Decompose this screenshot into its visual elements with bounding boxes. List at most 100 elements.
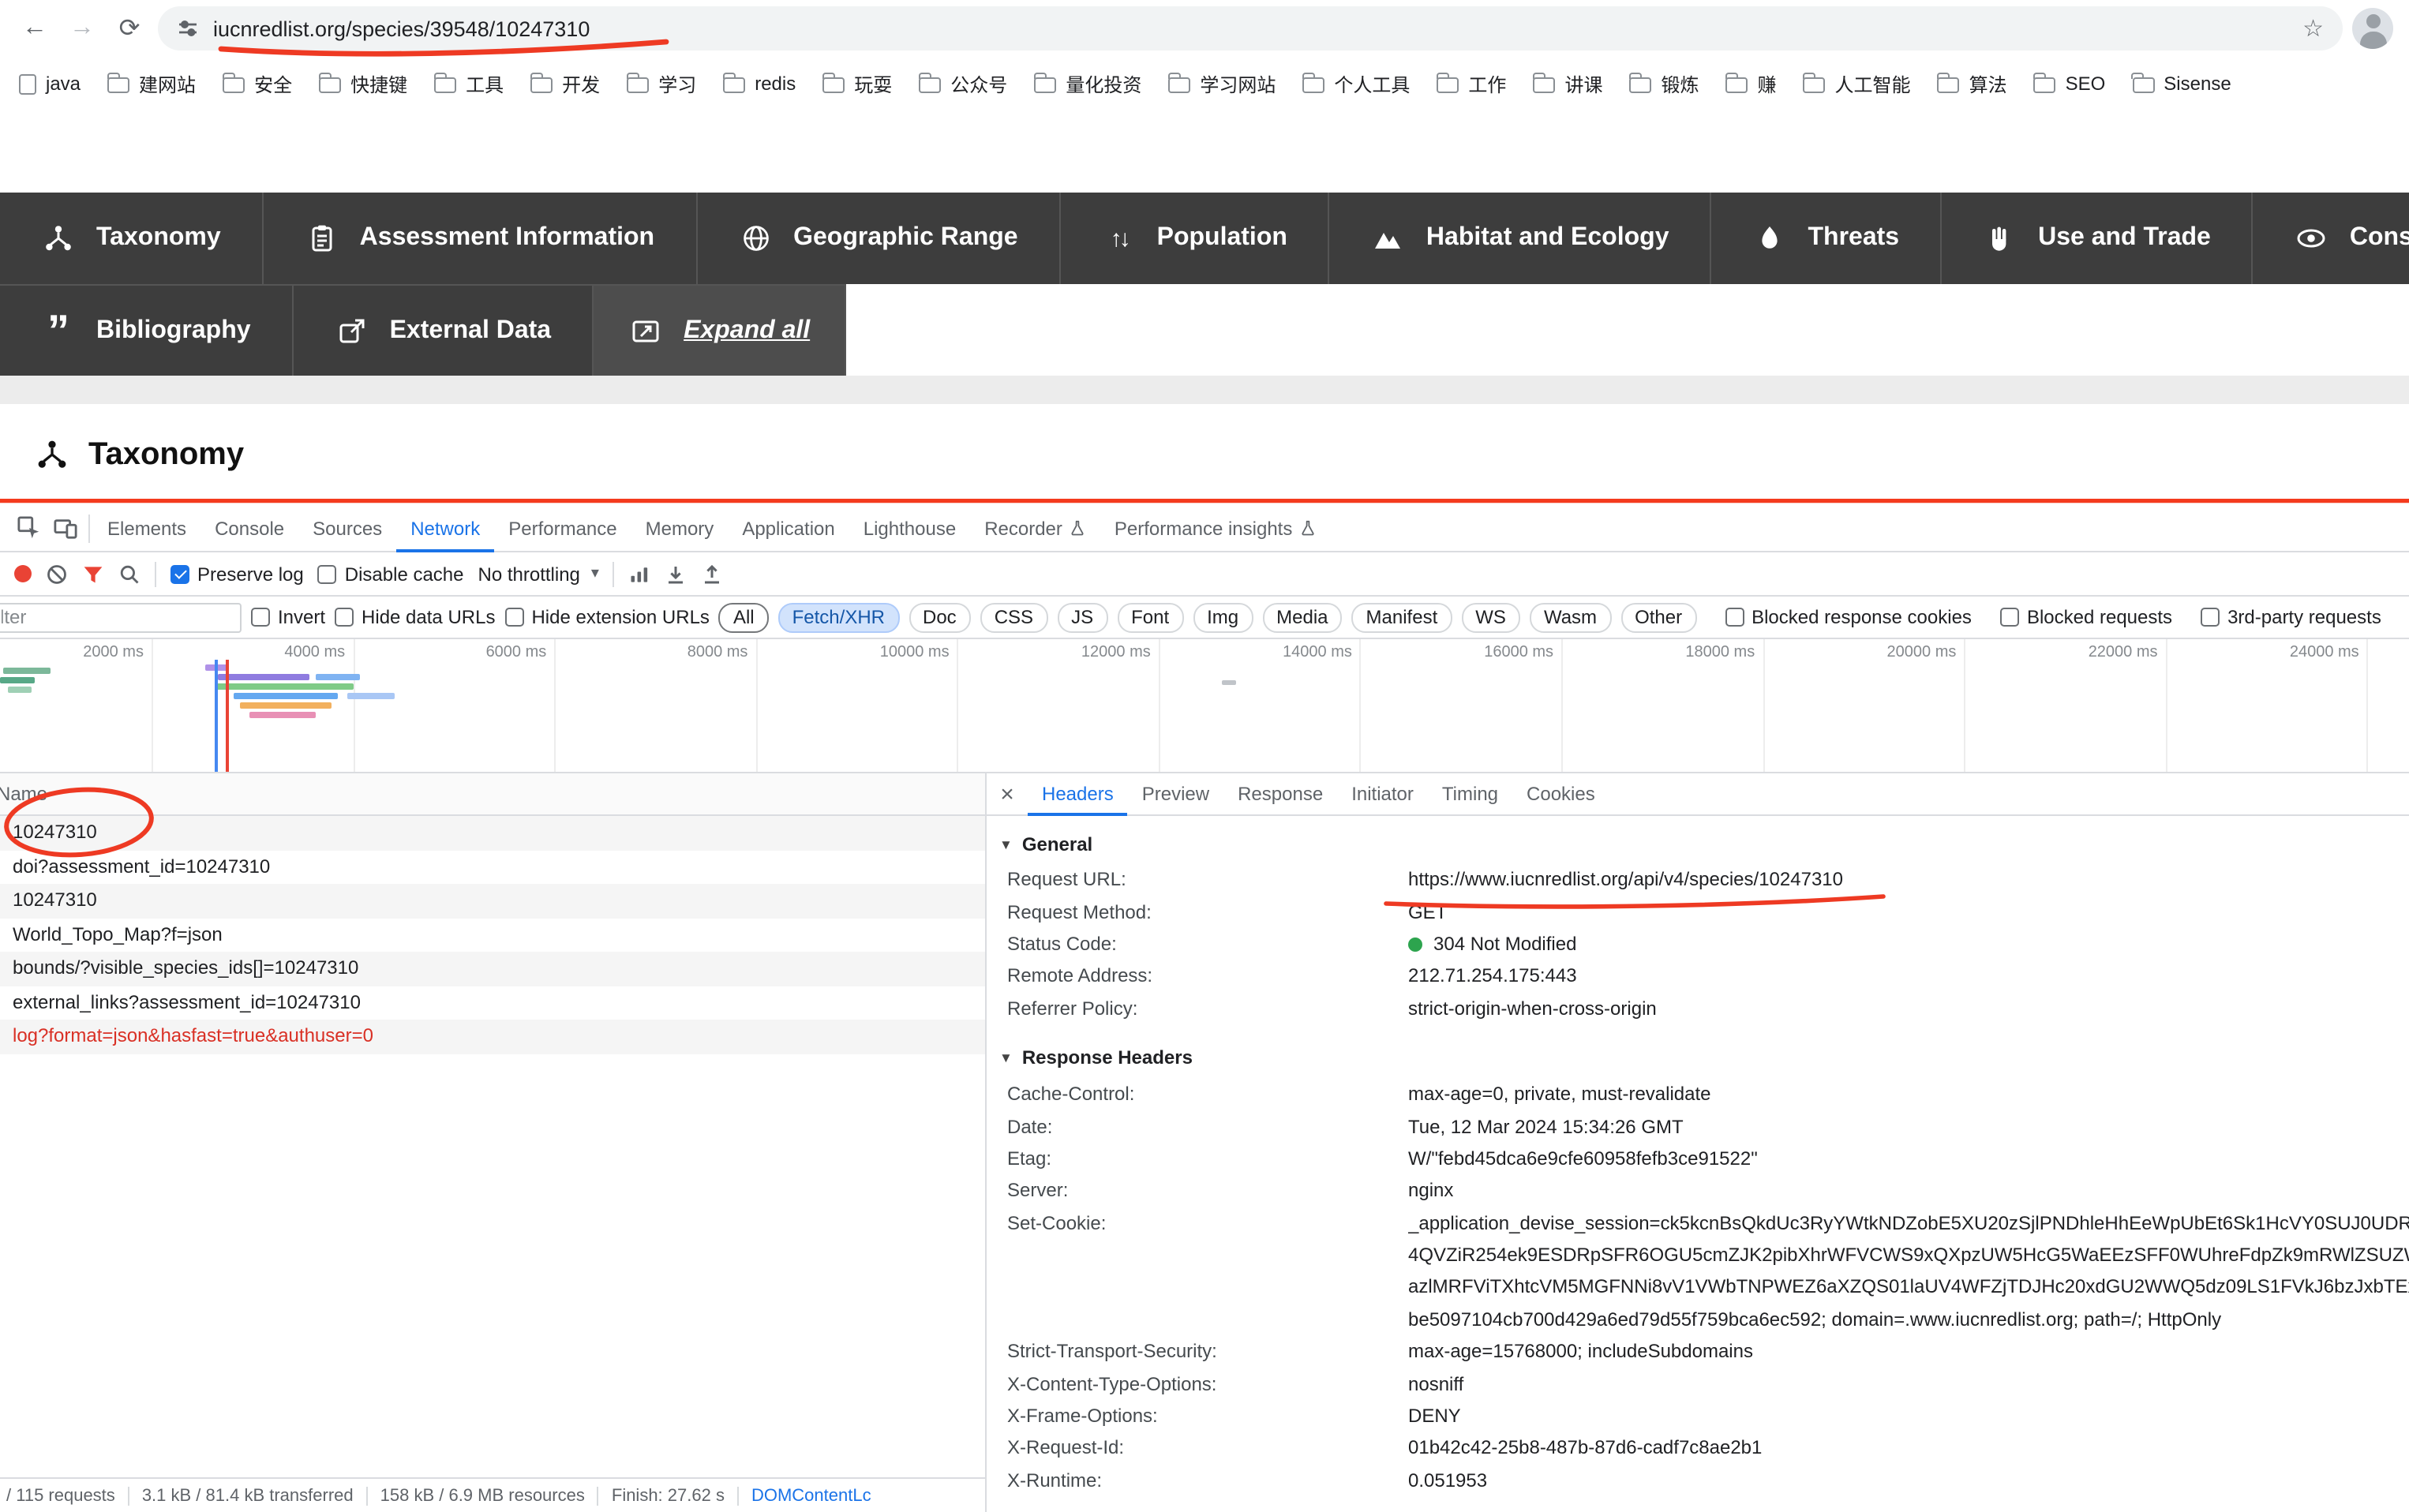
tab-memory[interactable]: Memory	[631, 505, 729, 552]
export-har-icon[interactable]	[702, 563, 724, 585]
nav-item-conservation[interactable]: Conserva	[2254, 193, 2409, 284]
bookmark-item[interactable]: redis	[723, 73, 796, 95]
bookmark-item[interactable]: 开发	[530, 70, 600, 97]
request-row[interactable]: external_links?assessment_id=10247310	[0, 986, 985, 1020]
bookmark-item[interactable]: 个人工具	[1302, 70, 1410, 97]
request-row[interactable]: doi?assessment_id=10247310	[0, 850, 985, 884]
tab-timing[interactable]: Timing	[1428, 773, 1512, 815]
bookmark-item[interactable]: java	[19, 73, 81, 95]
tab-lighthouse[interactable]: Lighthouse	[849, 505, 970, 552]
tab-sources[interactable]: Sources	[298, 505, 396, 552]
bookmark-item[interactable]: 人工智能	[1804, 70, 1911, 97]
import-har-icon[interactable]	[665, 563, 687, 585]
bookmark-item[interactable]: 快捷键	[319, 70, 407, 97]
tab-headers[interactable]: Headers	[1028, 773, 1128, 815]
bookmark-item[interactable]: 学习	[627, 70, 696, 97]
site-settings-icon[interactable]	[177, 17, 199, 39]
network-conditions-icon[interactable]	[629, 563, 651, 585]
bookmark-item[interactable]: 公众号	[919, 70, 1007, 97]
hide-extension-urls-checkbox[interactable]: Hide extension URLs	[504, 606, 709, 628]
request-row[interactable]: 10247310	[0, 884, 985, 918]
blocked-response-cookies-checkbox[interactable]: Blocked response cookies	[1725, 606, 1972, 628]
bookmark-item[interactable]: Sisense	[2132, 73, 2231, 95]
address-bar[interactable]: iucnredlist.org/species/39548/10247310 ☆	[158, 6, 2343, 51]
nav-item-habitat-and-ecology[interactable]: Habitat and Ecology	[1330, 193, 1712, 284]
filter-type-js[interactable]: JS	[1057, 602, 1107, 632]
request-headers-section-header[interactable]: ▼ Request Headers	[987, 1501, 2409, 1512]
filter-type-manifest[interactable]: Manifest	[1352, 602, 1452, 632]
tab-initiator[interactable]: Initiator	[1337, 773, 1428, 815]
nav-item-population[interactable]: ↑↓ Population	[1061, 193, 1330, 284]
filter-funnel-icon[interactable]	[82, 563, 104, 585]
bookmark-item[interactable]: 建网站	[107, 70, 196, 97]
request-row-error[interactable]: log?format=json&hasfast=true&authuser=0	[0, 1020, 985, 1054]
request-row[interactable]: World_Topo_Map?f=json	[0, 918, 985, 952]
tab-application[interactable]: Application	[728, 505, 849, 552]
bookmark-item[interactable]: 讲课	[1533, 70, 1602, 97]
filter-type-wasm[interactable]: Wasm	[1530, 602, 1611, 632]
preserve-log-checkbox[interactable]: Preserve log	[170, 563, 304, 585]
tab-cookies[interactable]: Cookies	[1512, 773, 1609, 815]
filter-type-other[interactable]: Other	[1620, 602, 1696, 632]
domcontentloaded-line	[215, 660, 217, 772]
filter-input[interactable]	[0, 602, 242, 632]
reload-icon[interactable]: ⟳	[111, 9, 148, 47]
bookmark-item[interactable]: SEO	[2034, 73, 2106, 95]
bookmark-item[interactable]: 工具	[434, 70, 504, 97]
nav-item-geographic-range[interactable]: Geographic Range	[697, 193, 1061, 284]
invert-checkbox[interactable]: Invert	[251, 606, 325, 628]
tab-preview[interactable]: Preview	[1128, 773, 1223, 815]
general-section-header[interactable]: ▼ General	[987, 824, 2409, 863]
filter-type-doc[interactable]: Doc	[909, 602, 971, 632]
nav-item-use-and-trade[interactable]: Use and Trade	[1942, 193, 2254, 284]
nav-item-bibliography[interactable]: ” Bibliography	[0, 284, 294, 376]
bookmark-item[interactable]: 算法	[1938, 70, 2007, 97]
nav-item-assessment-information[interactable]: Assessment Information	[264, 193, 697, 284]
expand-all-button[interactable]: Expand all	[594, 284, 846, 376]
blocked-requests-checkbox[interactable]: Blocked requests	[2000, 606, 2172, 628]
filter-type-css[interactable]: CSS	[980, 602, 1047, 632]
bookmark-item[interactable]: 工作	[1437, 70, 1506, 97]
record-icon[interactable]	[14, 565, 32, 582]
tab-recorder[interactable]: Recorder	[970, 505, 1100, 552]
tab-performance-insights[interactable]: Performance insights	[1100, 505, 1330, 552]
throttling-dropdown[interactable]: No throttling ▾	[478, 563, 599, 585]
clear-icon[interactable]	[46, 563, 68, 585]
inspect-icon[interactable]	[17, 516, 41, 540]
bookmark-item[interactable]: 玩耍	[822, 70, 892, 97]
back-icon[interactable]: ←	[16, 9, 54, 47]
request-name-column-header[interactable]: Name	[0, 773, 985, 816]
nav-item-external-data[interactable]: External Data	[294, 284, 594, 376]
bookmark-item[interactable]: 赚	[1726, 70, 1777, 97]
bookmark-item[interactable]: 学习网站	[1168, 70, 1276, 97]
close-icon[interactable]: ×	[987, 780, 1028, 807]
bookmark-item[interactable]: 安全	[223, 70, 292, 97]
tab-performance[interactable]: Performance	[494, 505, 631, 552]
tab-elements[interactable]: Elements	[93, 505, 200, 552]
tab-network[interactable]: Network	[396, 505, 494, 552]
filter-type-all[interactable]: All	[719, 602, 769, 632]
search-icon[interactable]	[118, 563, 140, 585]
filter-type-font[interactable]: Font	[1117, 602, 1183, 632]
filter-type-img[interactable]: Img	[1193, 602, 1253, 632]
network-overview-timeline[interactable]: 2000 ms 4000 ms 6000 ms 8000 ms 10000 ms…	[0, 639, 2409, 773]
hide-data-urls-checkbox[interactable]: Hide data URLs	[335, 606, 495, 628]
device-toolbar-icon[interactable]	[54, 516, 77, 540]
request-row[interactable]: 10247310	[0, 816, 985, 850]
nav-item-threats[interactable]: Threats	[1712, 193, 1943, 284]
bookmark-item[interactable]: 锻炼	[1629, 70, 1699, 97]
request-row[interactable]: bounds/?visible_species_ids[]=10247310	[0, 952, 985, 986]
nav-item-taxonomy[interactable]: Taxonomy	[0, 193, 264, 284]
forward-icon[interactable]: →	[63, 9, 101, 47]
response-headers-section-header[interactable]: ▼ Response Headers	[987, 1039, 2409, 1078]
disable-cache-checkbox[interactable]: Disable cache	[318, 563, 464, 585]
bookmark-star-icon[interactable]: ☆	[2302, 14, 2324, 43]
tab-console[interactable]: Console	[200, 505, 298, 552]
filter-type-media[interactable]: Media	[1262, 602, 1342, 632]
tab-response[interactable]: Response	[1223, 773, 1337, 815]
filter-type-fetch-xhr[interactable]: Fetch/XHR	[778, 602, 899, 632]
bookmark-item[interactable]: 量化投资	[1034, 70, 1141, 97]
profile-avatar[interactable]	[2352, 8, 2393, 49]
third-party-requests-checkbox[interactable]: 3rd-party requests	[2201, 606, 2381, 628]
filter-type-ws[interactable]: WS	[1461, 602, 1520, 632]
